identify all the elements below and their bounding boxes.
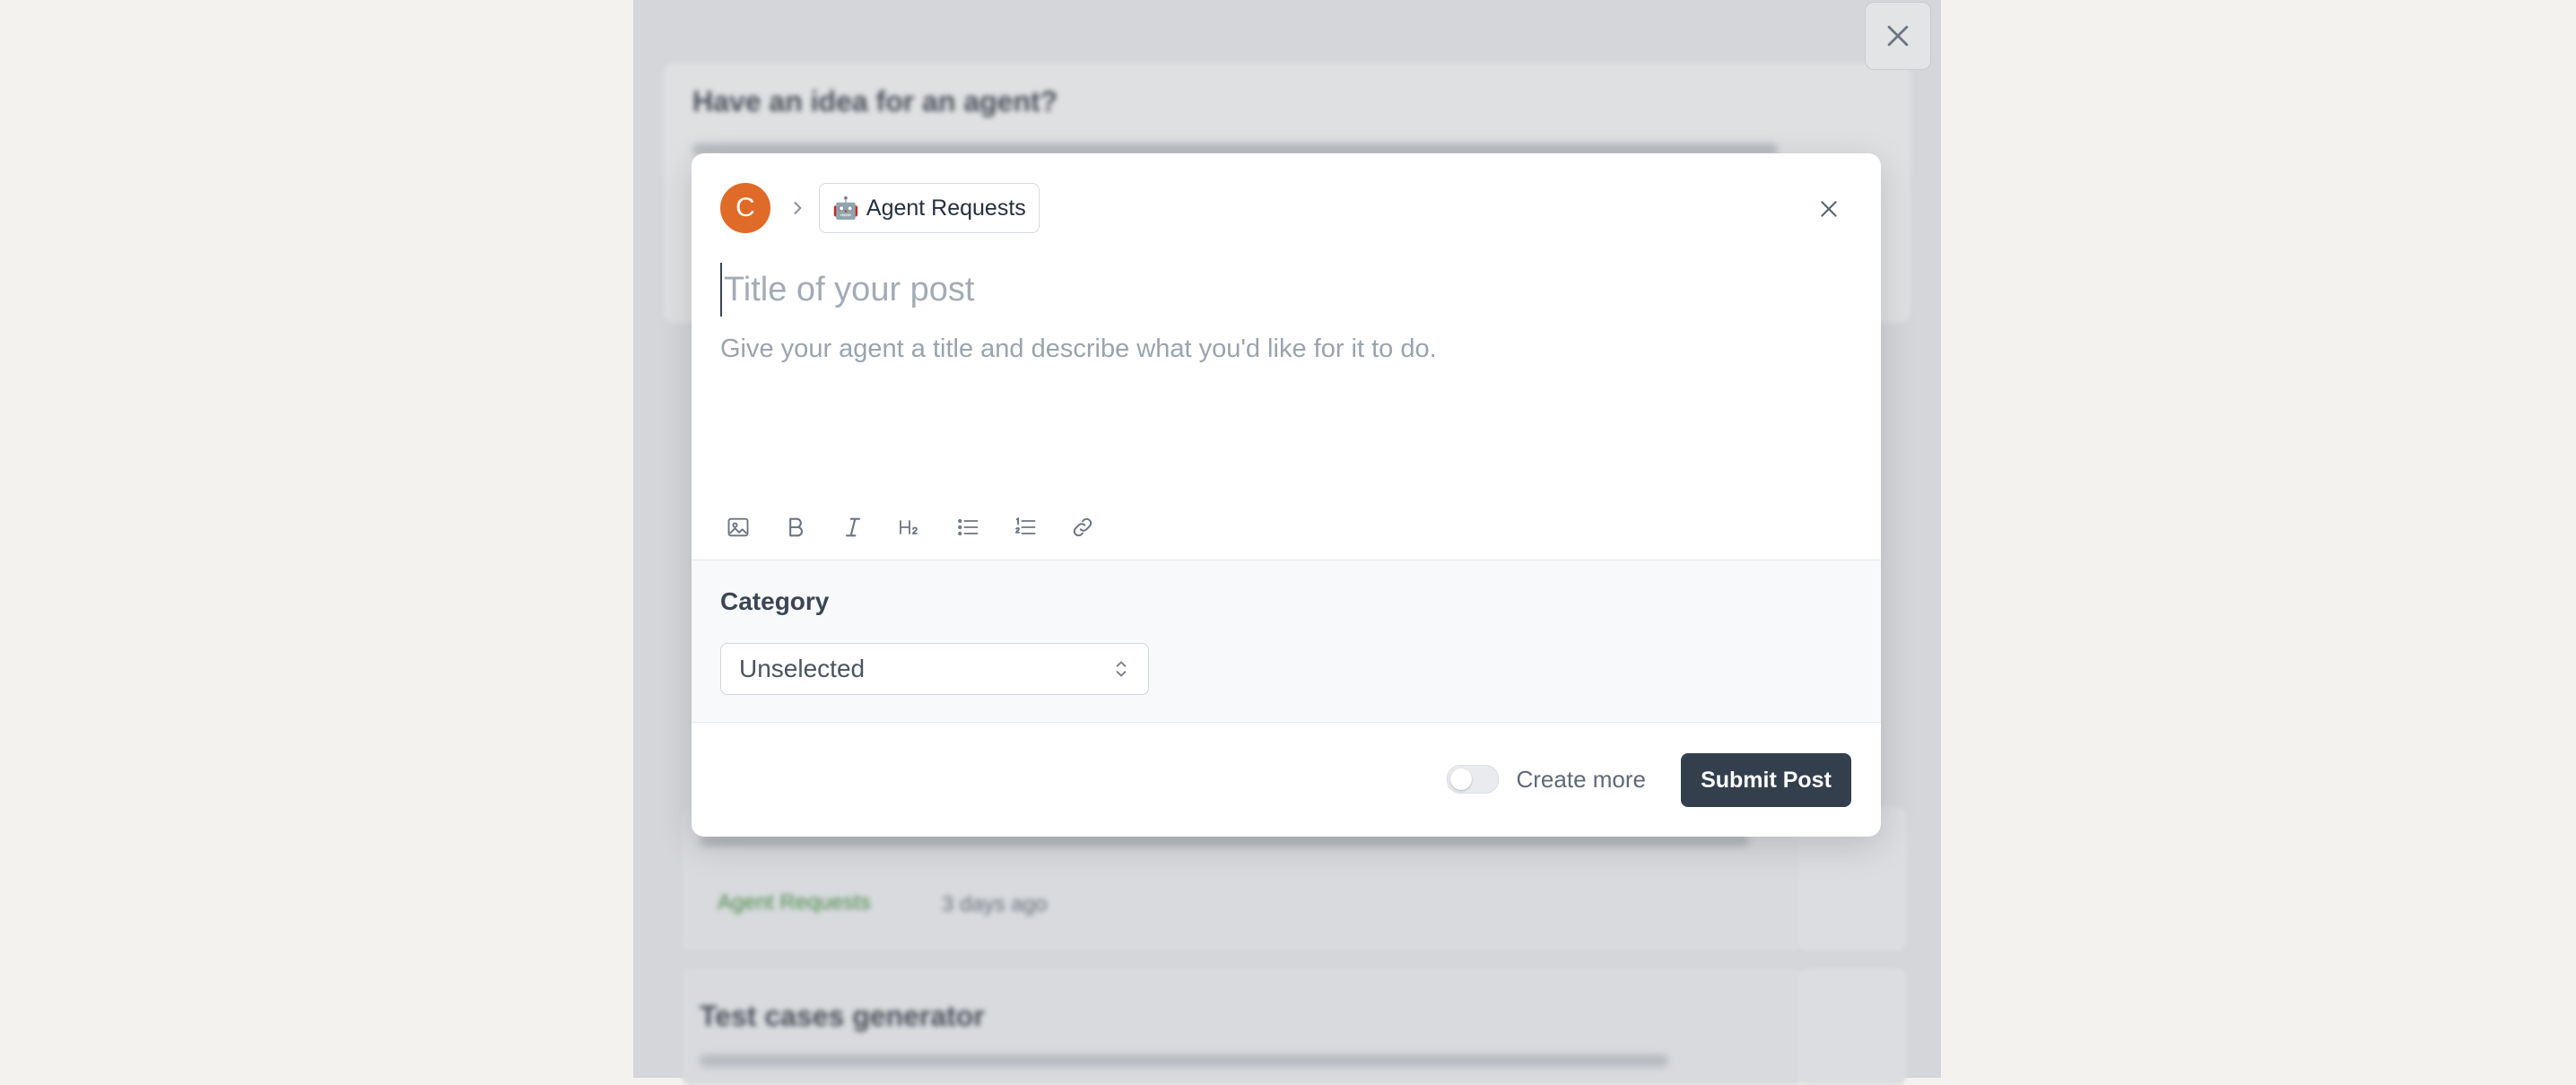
toggle-switch[interactable]	[1446, 765, 1499, 794]
chevron-up-down-icon	[1112, 657, 1130, 681]
chevron-right-icon	[788, 199, 806, 217]
category-section: Category Unselected	[692, 560, 1881, 723]
close-icon	[1821, 201, 1837, 217]
board-selector[interactable]: 🤖 Agent Requests	[819, 183, 1040, 233]
post-description-input[interactable]	[720, 334, 1841, 451]
background-card-heading: Have an idea for an agent?	[692, 85, 1058, 117]
numbered-list-icon[interactable]	[1007, 509, 1043, 545]
modal-footer: Create more Submit Post	[692, 722, 1881, 837]
overlay-close-button[interactable]	[1865, 2, 1931, 70]
modal-close-button[interactable]	[1813, 193, 1845, 225]
background-item-title: Test cases generator	[700, 1000, 985, 1032]
category-label: Category	[720, 587, 830, 615]
background-item-time: 3 days ago	[942, 892, 1048, 916]
category-value: Unselected	[739, 655, 866, 682]
create-more-label: Create more	[1516, 765, 1647, 793]
italic-icon[interactable]	[835, 509, 871, 545]
create-more-toggle[interactable]: Create more	[1446, 765, 1647, 794]
link-icon[interactable]	[1065, 509, 1101, 545]
category-select[interactable]: Unselected	[720, 643, 1149, 695]
new-post-modal: C 🤖 Agent Requests Title of your post Gi…	[692, 153, 1881, 837]
board-name: Agent Requests	[866, 195, 1026, 221]
close-icon	[1887, 25, 1909, 47]
background-item-text	[700, 1055, 1668, 1067]
bold-icon[interactable]	[778, 509, 814, 545]
image-icon[interactable]	[720, 509, 756, 545]
background-item-tag: Agent Requests	[718, 890, 871, 915]
heading-2-icon[interactable]	[892, 509, 928, 545]
robot-icon: 🤖	[832, 195, 859, 221]
submit-post-button[interactable]: Submit Post	[1681, 753, 1851, 807]
avatar[interactable]: C	[720, 183, 770, 233]
post-title-input[interactable]	[720, 263, 1800, 317]
modal-header: C 🤖 Agent Requests	[720, 182, 1852, 234]
bullet-list-icon[interactable]	[950, 509, 986, 545]
background-vote-box	[1798, 968, 1906, 1085]
formatting-toolbar	[720, 505, 1101, 550]
